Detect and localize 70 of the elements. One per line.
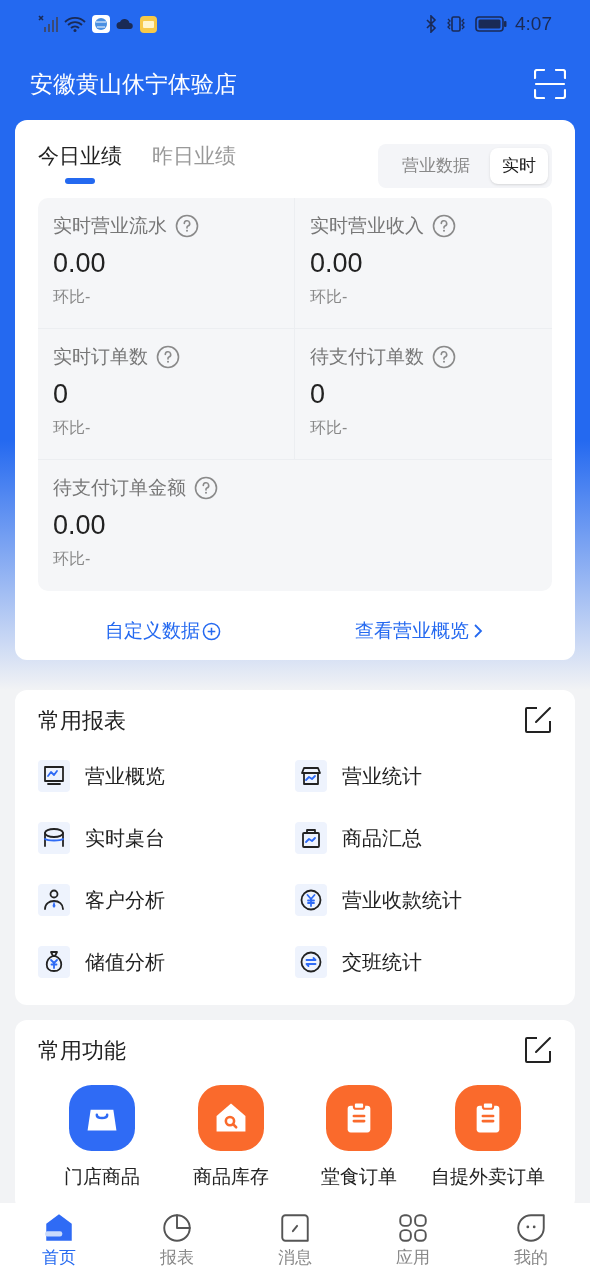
report-item[interactable]: 营业收款统计 xyxy=(295,868,552,931)
edit-icon[interactable] xyxy=(524,706,552,734)
nav-tab[interactable]: 我的 xyxy=(491,1210,571,1271)
report-item[interactable]: 实时桌台 xyxy=(38,806,295,869)
help-icon[interactable] xyxy=(432,214,456,239)
signal-icon xyxy=(38,15,58,33)
cloud-icon xyxy=(116,18,134,30)
metric-value: 0 xyxy=(53,377,70,411)
browser-app-icon xyxy=(92,15,110,33)
help-icon[interactable] xyxy=(432,345,456,370)
report-item[interactable]: 交班统计 xyxy=(295,930,552,993)
nav-tab[interactable]: 消息 xyxy=(255,1210,335,1271)
metric-value: 0.00 xyxy=(53,508,107,542)
function-label[interactable]: 商品库存 xyxy=(192,1162,269,1191)
help-icon[interactable] xyxy=(175,214,199,239)
metric-compare: 环比- xyxy=(310,418,349,438)
report-item[interactable]: 商品汇总 xyxy=(295,806,552,869)
store-icon xyxy=(295,759,327,792)
metric-label: 待支付订单金额 xyxy=(53,476,186,500)
metric-value: 0 xyxy=(310,377,327,411)
yen-icon xyxy=(295,883,327,916)
clipboard-icon[interactable] xyxy=(454,1084,521,1151)
status-time: 4:07 xyxy=(515,11,552,36)
monitor-icon xyxy=(38,759,70,792)
metric-compare: 环比- xyxy=(53,549,92,569)
section-title: 常用功能 xyxy=(38,1036,126,1065)
person-icon xyxy=(38,883,70,916)
bag-icon xyxy=(295,821,327,854)
metric-compare: 环比- xyxy=(310,287,349,307)
period-tab[interactable]: 今日业绩 xyxy=(38,140,122,184)
store-title: 安徽黄山休宁体验店 xyxy=(30,69,237,99)
metric-value: 0.00 xyxy=(310,246,364,280)
shopping-bag-icon[interactable] xyxy=(69,1084,136,1151)
nav-tab[interactable]: 首页 xyxy=(19,1210,99,1271)
report-item[interactable]: 储值分析 xyxy=(38,930,295,993)
function-label[interactable]: 堂食订单 xyxy=(321,1162,398,1191)
chevron-right-icon xyxy=(471,623,485,640)
table-icon xyxy=(38,821,70,854)
metric-label: 实时营业收入 xyxy=(310,214,424,238)
metric-compare: 环比- xyxy=(53,418,92,438)
function-label[interactable]: 自提外卖订单 xyxy=(430,1162,545,1191)
edit-icon[interactable] xyxy=(524,1036,552,1064)
section-title: 常用报表 xyxy=(38,706,126,735)
help-icon[interactable] xyxy=(194,476,218,501)
battery-icon xyxy=(475,16,507,32)
card-link[interactable]: 自定义数据 xyxy=(105,617,221,646)
metric-label: 待支付订单数 xyxy=(310,345,424,369)
report-item[interactable]: 客户分析 xyxy=(38,868,295,931)
metric-compare: 环比- xyxy=(53,287,92,307)
money-bag-icon xyxy=(38,945,70,978)
report-item[interactable]: 营业概览 xyxy=(38,744,295,807)
nav-tab[interactable]: 报表 xyxy=(137,1210,217,1271)
help-icon[interactable] xyxy=(156,345,180,370)
wifi-icon xyxy=(64,16,86,32)
metric-label: 实时营业流水 xyxy=(53,214,167,238)
vibrate-icon xyxy=(445,15,467,33)
metric-value: 0.00 xyxy=(53,246,107,280)
mode-option[interactable]: 实时 xyxy=(490,148,548,184)
bluetooth-icon xyxy=(425,15,437,33)
function-label[interactable]: 门店商品 xyxy=(64,1162,141,1191)
nav-tab[interactable]: 应用 xyxy=(373,1210,453,1271)
wallet-app-icon xyxy=(140,15,157,33)
scan-icon[interactable] xyxy=(534,69,566,99)
house-search-icon[interactable] xyxy=(197,1084,264,1151)
metric-label: 实时订单数 xyxy=(53,345,148,369)
exchange-icon xyxy=(295,945,327,978)
clipboard-icon[interactable] xyxy=(326,1084,393,1151)
card-link[interactable]: 查看营业概览 xyxy=(355,617,485,646)
report-item[interactable]: 营业统计 xyxy=(295,744,552,807)
add-icon xyxy=(202,621,221,641)
